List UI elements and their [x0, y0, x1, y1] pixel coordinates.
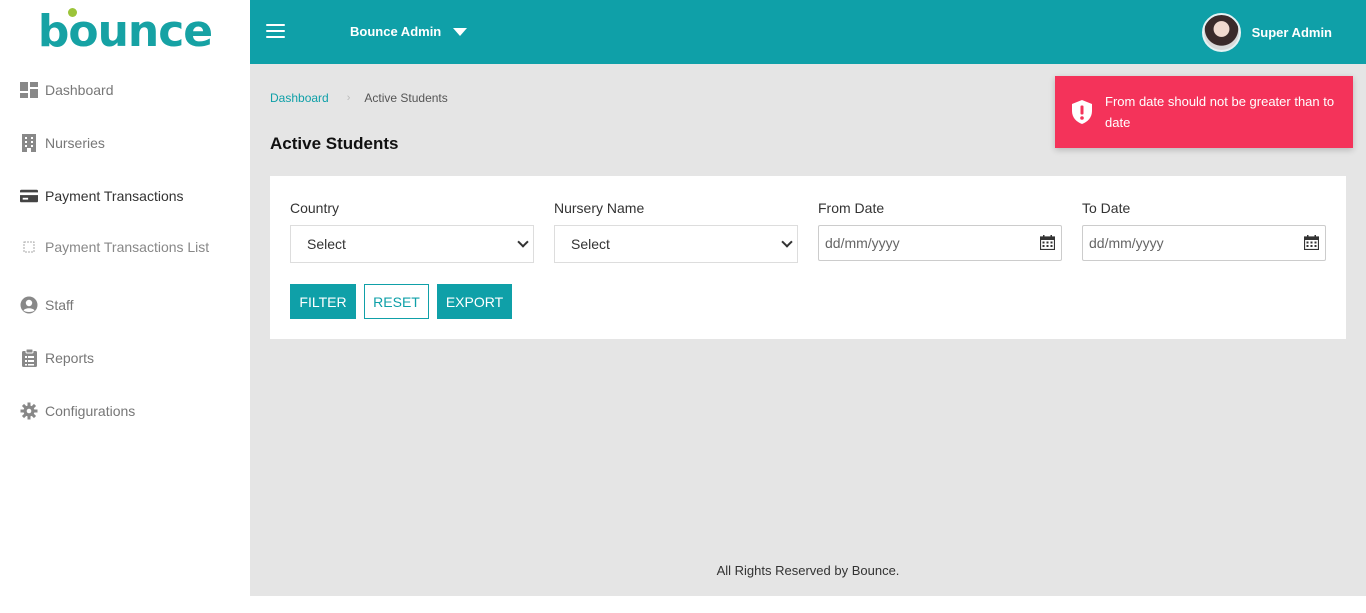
sidebar-subitem-payment-transactions-list[interactable]: Payment Transactions List	[20, 238, 209, 256]
nursery-name-select[interactable]: Select	[554, 225, 798, 263]
reset-button[interactable]: RESET	[364, 284, 429, 319]
caret-down-icon	[453, 27, 468, 36]
logo-dot	[67, 8, 77, 17]
clipboard-list-icon	[20, 349, 38, 367]
sidebar-item-reports[interactable]: Reports	[20, 349, 94, 367]
breadcrumb: Dashboard › Active Students	[270, 91, 448, 105]
filter-button[interactable]: FILTER	[290, 284, 356, 319]
sidebar-item-configurations[interactable]: Configurations	[20, 402, 135, 420]
sidebar-item-label: Staff	[45, 297, 74, 313]
from-date-input[interactable]: dd/mm/yyyy	[818, 225, 1062, 261]
user-menu[interactable]: Super Admin	[1201, 13, 1332, 52]
admin-dropdown-label: Bounce Admin	[350, 24, 442, 39]
chevron-down-icon	[781, 236, 793, 248]
logo-text: bounce	[38, 8, 213, 54]
gear-icon	[20, 402, 38, 420]
square-icon	[20, 238, 38, 256]
sidebar-item-label: Payment Transactions List	[45, 239, 210, 255]
bottom-strip	[250, 596, 1366, 613]
country-select[interactable]: Select	[290, 225, 534, 263]
sidebar-item-label: Dashboard	[45, 82, 114, 98]
to-date-label: To Date	[1082, 200, 1131, 216]
chevron-right-icon: ›	[346, 92, 351, 104]
hamburger-icon[interactable]	[266, 24, 285, 38]
filter-card: Country Select Nursery Name Select From …	[270, 176, 1346, 339]
user-name: Super Admin	[1251, 25, 1332, 40]
calendar-icon[interactable]	[1039, 235, 1056, 251]
footer-text: All Rights Reserved by Bounce.	[716, 563, 900, 578]
admin-dropdown[interactable]: Bounce Admin	[350, 24, 468, 39]
export-button[interactable]: EXPORT	[437, 284, 512, 319]
chevron-down-icon	[517, 236, 529, 248]
sidebar-item-nurseries[interactable]: Nurseries	[20, 134, 105, 152]
error-toast[interactable]: From date should not be greater than to …	[1055, 76, 1353, 148]
sidebar-item-label: Nurseries	[45, 135, 105, 151]
sidebar-item-dashboard[interactable]: Dashboard	[20, 81, 114, 99]
toast-message: From date should not be greater than to …	[1105, 94, 1335, 130]
credit-card-icon	[20, 187, 38, 205]
sidebar-item-staff[interactable]: Staff	[20, 296, 74, 314]
country-select-value: Select	[307, 236, 346, 252]
top-header: Bounce Admin Super Admin	[250, 0, 1366, 64]
sidebar-item-payment-transactions[interactable]: Payment Transactions	[20, 187, 184, 205]
calendar-icon[interactable]	[1303, 235, 1320, 251]
to-date-input[interactable]: dd/mm/yyyy	[1082, 225, 1326, 261]
from-date-placeholder: dd/mm/yyyy	[825, 235, 900, 251]
country-label: Country	[290, 200, 340, 216]
building-icon	[20, 134, 38, 152]
shield-exclamation-icon	[1070, 99, 1094, 125]
dashboard-icon	[20, 81, 38, 99]
from-date-label: From Date	[818, 200, 885, 216]
user-circle-icon	[20, 296, 38, 314]
sidebar: bounce Dashboard Nurseries Payment Trans…	[0, 0, 250, 613]
sidebar-item-label: Reports	[45, 350, 95, 366]
page-title: Active Students	[270, 134, 399, 153]
nursery-name-label: Nursery Name	[554, 200, 645, 216]
avatar	[1201, 13, 1241, 52]
logo[interactable]: bounce	[0, 0, 250, 64]
to-date-placeholder: dd/mm/yyyy	[1089, 235, 1164, 251]
breadcrumb-dashboard-link[interactable]: Dashboard	[270, 91, 329, 105]
nursery-select-value: Select	[571, 236, 610, 252]
logo-label: bounce	[37, 6, 213, 57]
sidebar-item-label: Configurations	[45, 403, 136, 419]
breadcrumb-current: Active Students	[364, 91, 448, 105]
sidebar-item-label: Payment Transactions	[45, 188, 184, 204]
